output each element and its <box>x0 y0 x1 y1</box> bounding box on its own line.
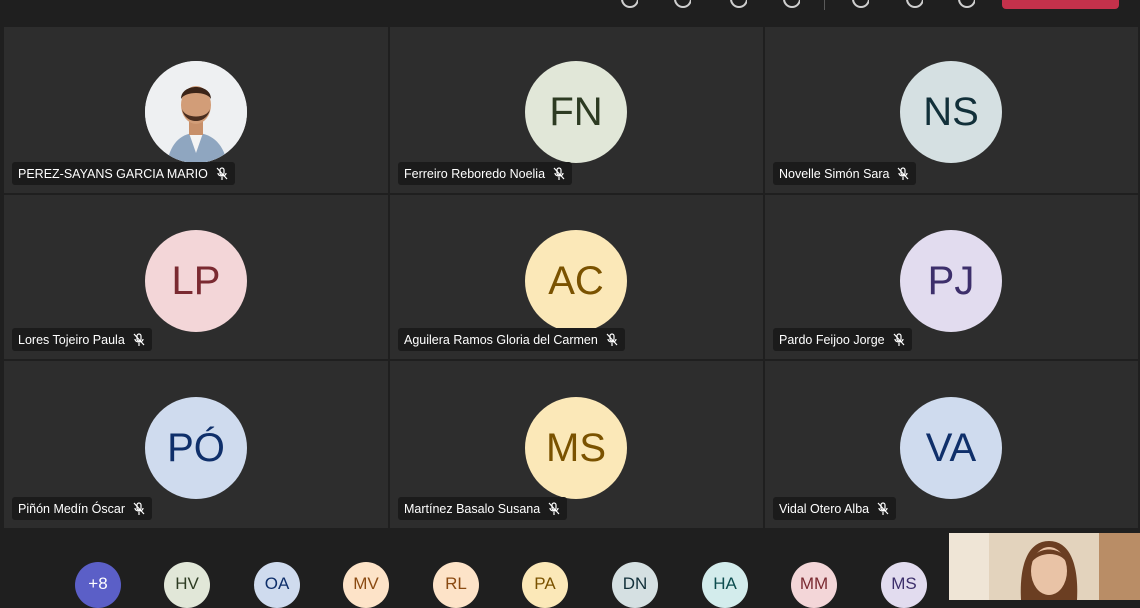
participant-tile[interactable]: LP Lores Tojeiro Paula <box>4 195 388 359</box>
participant-tile[interactable]: PÓ Piñón Medín Óscar <box>4 361 388 528</box>
overflow-avatar[interactable]: RL <box>433 562 479 608</box>
mic-off-icon <box>606 332 618 346</box>
participant-initials-avatar: NS <box>900 61 1002 163</box>
raise-hand-icon[interactable] <box>905 0 923 8</box>
participant-name: Martínez Basalo Susana <box>404 501 541 516</box>
mic-off-icon <box>553 166 565 180</box>
participant-name-tag: Aguilera Ramos Gloria del Carmen <box>398 328 625 351</box>
layout-icon[interactable] <box>957 0 975 8</box>
participant-name-tag: Vidal Otero Alba <box>773 497 897 520</box>
participant-name-tag: Piñón Medín Óscar <box>12 497 152 520</box>
participant-name: Pardo Feijoo Jorge <box>779 332 885 347</box>
participant-name: Novelle Simón Sara <box>779 166 890 181</box>
overflow-avatar[interactable]: OA <box>254 562 300 608</box>
mic-off-icon <box>133 332 145 346</box>
mic-off-icon <box>898 166 909 180</box>
participant-initials-avatar: FN <box>525 61 627 163</box>
overflow-avatar[interactable]: HV <box>164 562 210 608</box>
chat-icon[interactable] <box>673 0 691 8</box>
participant-name-tag: Ferreiro Reboredo Noelia <box>398 162 573 185</box>
participant-initials-avatar: PJ <box>900 230 1002 332</box>
mic-off-icon <box>216 166 228 180</box>
participant-name: PEREZ-SAYANS GARCIA MARIO <box>18 166 208 181</box>
overflow-avatar[interactable]: PA <box>522 562 568 608</box>
toolbar-divider <box>824 0 825 10</box>
more-icon[interactable] <box>782 0 800 8</box>
participant-initials-avatar: PÓ <box>145 397 247 499</box>
participant-name-tag: Lores Tojeiro Paula <box>12 328 152 351</box>
reactions-icon[interactable] <box>729 0 747 8</box>
leave-button[interactable] <box>1002 0 1119 9</box>
participant-initials-avatar: LP <box>145 230 247 332</box>
overflow-avatar[interactable]: HA <box>702 562 748 608</box>
participant-name: Piñón Medín Óscar <box>18 501 125 516</box>
participant-name: Vidal Otero Alba <box>779 501 870 516</box>
participant-photo <box>145 61 247 163</box>
participant-tile[interactable]: AC Aguilera Ramos Gloria del Carmen <box>390 195 763 359</box>
participant-tile[interactable]: NS Novelle Simón Sara <box>765 27 1138 193</box>
mic-off-icon <box>133 501 145 515</box>
participant-name-tag: Pardo Feijoo Jorge <box>773 328 912 351</box>
overflow-avatar[interactable]: MM <box>791 562 837 608</box>
participant-initials-avatar: VA <box>900 397 1002 499</box>
participant-tile[interactable]: PEREZ-SAYANS GARCIA MARIO <box>4 27 388 193</box>
share-icon[interactable] <box>851 0 869 8</box>
participant-tile[interactable]: FN Ferreiro Reboredo Noelia <box>390 27 763 193</box>
participant-name-tag: PEREZ-SAYANS GARCIA MARIO <box>12 162 235 185</box>
mic-off-icon <box>893 332 905 346</box>
participant-name: Ferreiro Reboredo Noelia <box>404 166 546 181</box>
participant-name: Aguilera Ramos Gloria del Carmen <box>404 332 598 347</box>
participant-grid: PEREZ-SAYANS GARCIA MARIO FN Ferreiro Re… <box>4 27 1138 528</box>
meeting-toolbar <box>0 0 1140 24</box>
mic-off-icon <box>877 501 889 515</box>
mic-off-icon <box>548 501 560 515</box>
participant-tile[interactable]: MS Martínez Basalo Susana <box>390 361 763 528</box>
participant-name: Lores Tojeiro Paula <box>18 332 125 347</box>
participant-initials-avatar: AC <box>525 230 627 332</box>
participant-name-tag: Martínez Basalo Susana <box>398 497 568 520</box>
participant-initials-avatar: MS <box>525 397 627 499</box>
participant-name-tag: Novelle Simón Sara <box>773 162 917 185</box>
self-video-feed <box>949 533 1140 600</box>
participant-tile[interactable]: PJ Pardo Feijoo Jorge <box>765 195 1138 359</box>
participant-tile[interactable]: VA Vidal Otero Alba <box>765 361 1138 528</box>
person-photo-icon <box>145 61 247 163</box>
self-video-preview[interactable] <box>949 533 1140 600</box>
more-participants-button[interactable]: +8 <box>75 562 121 608</box>
camera-icon[interactable] <box>620 0 638 8</box>
overflow-avatar[interactable]: MV <box>343 562 389 608</box>
overflow-avatar[interactable]: DN <box>612 562 658 608</box>
overflow-avatar[interactable]: MS <box>881 562 927 608</box>
